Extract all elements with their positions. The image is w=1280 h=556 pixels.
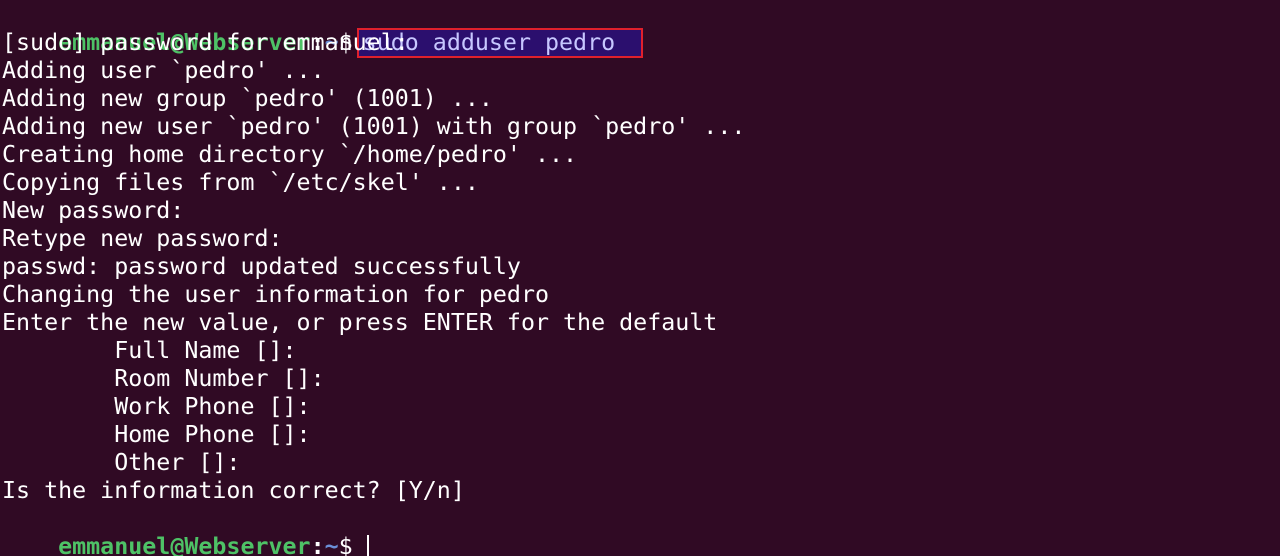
prompt-path: ~ bbox=[324, 533, 339, 556]
command-line: emmanuel@Webserver:~$ sudo adduser pedro bbox=[2, 1, 1280, 58]
prompt-symbol: $ bbox=[338, 533, 353, 556]
active-prompt-line[interactable]: emmanuel@Webserver:~$ bbox=[2, 505, 1280, 556]
output-line: Is the information correct? [Y/n] bbox=[2, 477, 465, 504]
output-line: Enter the new value, or press ENTER for … bbox=[2, 309, 718, 336]
output-line: Home Phone []: bbox=[2, 421, 311, 448]
output-line: Adding user `pedro' ... bbox=[2, 57, 325, 84]
output-line: passwd: password updated successfully bbox=[2, 253, 521, 280]
output-line: Work Phone []: bbox=[2, 393, 311, 420]
output-line: Other []: bbox=[2, 449, 241, 476]
output-line: Full Name []: bbox=[2, 337, 297, 364]
output-line: Copying files from `/etc/skel' ... bbox=[2, 169, 479, 196]
output-line: Retype new password: bbox=[2, 225, 283, 252]
text-cursor[interactable] bbox=[366, 534, 369, 556]
output-line: New password: bbox=[2, 197, 185, 224]
output-line: Changing the user information for pedro bbox=[2, 281, 550, 308]
prompt-user-host: emmanuel@Webserver bbox=[58, 533, 311, 556]
prompt-separator: : bbox=[310, 533, 325, 556]
output-line: Room Number []: bbox=[2, 365, 325, 392]
output-line: Creating home directory `/home/pedro' ..… bbox=[2, 141, 578, 168]
terminal-window[interactable]: emmanuel@Webserver:~$ sudo adduser pedro … bbox=[0, 0, 1280, 556]
scrollbar[interactable] bbox=[1274, 0, 1280, 556]
output-line: Adding new group `pedro' (1001) ... bbox=[2, 85, 493, 112]
output-line: Adding new user `pedro' (1001) with grou… bbox=[2, 113, 746, 140]
